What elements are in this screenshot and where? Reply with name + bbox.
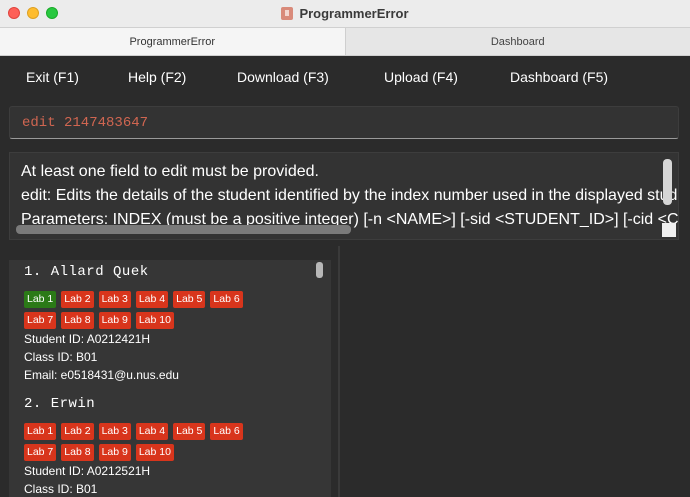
help-menu-item[interactable]: Help (F2) <box>128 69 186 85</box>
main-content: 1. Allard Quek Lab 1 Lab 2 Lab 3 Lab 4 L… <box>0 246 690 497</box>
lab-tag: Lab 2 <box>61 291 94 308</box>
command-input-text: edit 2147483647 <box>22 115 149 131</box>
lab-tag: Lab 7 <box>24 444 57 461</box>
result-horizontal-scrollbar[interactable] <box>16 225 351 234</box>
lab-tag: Lab 10 <box>135 444 174 461</box>
exit-menu-item[interactable]: Exit (F1) <box>26 69 79 85</box>
lab-tag: Lab 6 <box>210 291 243 308</box>
window-title: ProgrammerError <box>0 6 690 21</box>
upload-menu-item[interactable]: Upload (F4) <box>384 69 458 85</box>
lab-tag: Lab 3 <box>98 423 131 440</box>
result-message: At least one field to edit must be provi… <box>21 163 319 180</box>
student-list-scrollbar[interactable] <box>316 262 323 278</box>
lab-tag: Lab 1 <box>24 291 57 308</box>
student-card[interactable]: 1. Allard Quek Lab 1 Lab 2 Lab 3 Lab 4 L… <box>24 264 243 384</box>
dashboard-menu-item[interactable]: Dashboard (F5) <box>510 69 608 85</box>
app-icon <box>281 7 294 20</box>
student-list[interactable]: 1. Allard Quek Lab 1 Lab 2 Lab 3 Lab 4 L… <box>9 260 331 497</box>
download-menu-item[interactable]: Download (F3) <box>237 69 329 85</box>
student-email: Email: e0518431@u.nus.edu <box>24 368 179 382</box>
result-vertical-scrollbar[interactable] <box>663 159 672 205</box>
lab-tag: Lab 2 <box>61 423 94 440</box>
student-name: 1. Allard Quek <box>24 264 149 280</box>
lab-tag: Lab 8 <box>61 444 94 461</box>
tab-bar: ProgrammerError Dashboard <box>0 28 690 56</box>
class-id: Class ID: B01 <box>24 482 98 496</box>
scrollbar-corner <box>662 223 676 237</box>
student-name: 2. Erwin <box>24 396 96 412</box>
lab-tag-row: Lab 1 Lab 2 Lab 3 Lab 4 Lab 5 Lab 6 <box>24 423 243 440</box>
lab-tag: Lab 4 <box>135 423 169 440</box>
student-card[interactable]: 2. Erwin Lab 1 Lab 2 Lab 3 Lab 4 Lab 5 L… <box>24 396 243 497</box>
student-id: Student ID: A0212421H <box>24 332 151 346</box>
result-usage: edit: Edits the details of the student i… <box>21 187 679 204</box>
lab-tag-row: Lab 7 Lab 8 Lab 9 Lab 10 <box>24 312 243 329</box>
tab-programmererror[interactable]: ProgrammerError <box>0 28 346 56</box>
tab-dashboard[interactable]: Dashboard <box>345 28 690 56</box>
student-id: Student ID: A0212521H <box>24 464 151 478</box>
lab-tag: Lab 3 <box>98 291 131 308</box>
menu-bar: Exit (F1) Help (F2) Download (F3) Upload… <box>0 57 690 99</box>
command-input[interactable]: edit 2147483647 <box>9 106 679 139</box>
lab-tag: Lab 9 <box>98 312 131 329</box>
result-display[interactable]: At least one field to edit must be provi… <box>9 152 679 240</box>
lab-tag: Lab 10 <box>135 312 174 329</box>
command-box-container: edit 2147483647 <box>0 99 690 147</box>
lab-tag: Lab 4 <box>135 291 169 308</box>
lab-tag: Lab 5 <box>173 291 206 308</box>
lab-tag: Lab 7 <box>24 312 57 329</box>
pane-divider[interactable] <box>338 246 340 497</box>
lab-tag: Lab 5 <box>173 423 206 440</box>
lab-tag-row: Lab 7 Lab 8 Lab 9 Lab 10 <box>24 444 243 461</box>
lab-tag: Lab 9 <box>98 444 131 461</box>
lab-tag: Lab 1 <box>24 423 57 440</box>
lab-tag: Lab 8 <box>61 312 94 329</box>
lab-tag: Lab 6 <box>210 423 243 440</box>
lab-tag-row: Lab 1 Lab 2 Lab 3 Lab 4 Lab 5 Lab 6 <box>24 291 243 308</box>
window-title-text: ProgrammerError <box>299 6 409 21</box>
title-bar: ProgrammerError <box>0 0 690 28</box>
class-id: Class ID: B01 <box>24 350 98 364</box>
